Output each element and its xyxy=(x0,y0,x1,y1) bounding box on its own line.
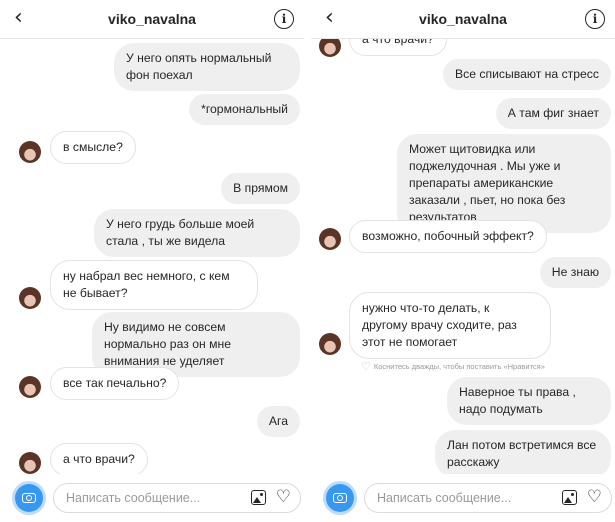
message-input-placeholder: Написать сообщение... xyxy=(66,491,201,505)
message-thread[interactable]: У него опять нормальный фон поехал *горм… xyxy=(0,39,304,474)
avatar[interactable] xyxy=(319,39,341,57)
message-bubble-outgoing[interactable]: А там фиг знает xyxy=(495,98,611,129)
message-bubble-incoming[interactable]: а что врачи? xyxy=(349,39,447,56)
double-tap-like-hint: ♡ Коснитесь дважды, чтобы поставить «Нрав… xyxy=(361,360,545,373)
chat-screen-right: ‹ viko_navalna i а что врачи? Все списыв… xyxy=(311,0,615,522)
avatar[interactable] xyxy=(19,376,41,398)
chat-header: ‹ viko_navalna i xyxy=(0,0,304,39)
screenshot: ‹ viko_navalna i У него опять нормальный… xyxy=(0,0,615,522)
message-bubble-outgoing[interactable]: Может щитовидка или поджелудочная . Мы у… xyxy=(397,134,611,233)
heart-icon[interactable]: ♡ xyxy=(276,488,291,507)
message-bubble-incoming[interactable]: в смысле? xyxy=(50,131,136,164)
message-composer: Написать сообщение... ♡ xyxy=(0,474,304,522)
message-input-placeholder: Написать сообщение... xyxy=(377,491,512,505)
avatar[interactable] xyxy=(19,452,41,474)
double-tap-like-hint-text: Коснитесь дважды, чтобы поставить «Нрави… xyxy=(373,362,545,371)
message-bubble-incoming[interactable]: ну набрал вес немного, с кем не бывает? xyxy=(50,260,258,310)
message-input[interactable]: Написать сообщение... ♡ xyxy=(364,483,612,513)
message-input[interactable]: Написать сообщение... ♡ xyxy=(53,483,301,513)
message-bubble-incoming[interactable]: все так печально? xyxy=(50,367,180,400)
message-bubble-incoming[interactable]: а что врачи? xyxy=(50,443,148,474)
message-bubble-outgoing[interactable]: У него опять нормальный фон поехал xyxy=(114,43,300,91)
message-thread[interactable]: а что врачи? Все списывают на стресс А т… xyxy=(311,39,615,474)
message-bubble-outgoing[interactable]: В прямом xyxy=(221,173,300,204)
heart-icon[interactable]: ♡ xyxy=(587,488,602,507)
message-bubble-outgoing[interactable]: Все списывают на стресс xyxy=(442,59,611,90)
chat-header: ‹ viko_navalna i xyxy=(311,0,615,39)
message-bubble-outgoing[interactable]: Наверное ты права , надо подумать xyxy=(447,377,611,425)
message-bubble-outgoing[interactable]: Не знаю xyxy=(539,257,611,288)
gallery-icon[interactable] xyxy=(562,490,577,505)
info-icon[interactable]: i xyxy=(274,9,294,29)
message-bubble-incoming[interactable]: нужно что-то делать, к другому врачу схо… xyxy=(349,292,551,359)
avatar[interactable] xyxy=(319,333,341,355)
avatar[interactable] xyxy=(19,141,41,163)
message-bubble-outgoing[interactable]: Ага xyxy=(256,406,300,437)
gallery-icon[interactable] xyxy=(251,490,266,505)
message-bubble-outgoing[interactable]: У него грудь больше моей стала , ты же в… xyxy=(94,209,300,257)
info-icon[interactable]: i xyxy=(585,9,605,29)
camera-icon[interactable] xyxy=(326,484,354,512)
avatar[interactable] xyxy=(19,287,41,309)
message-bubble-outgoing[interactable]: Лан потом встретимся все расскажу xyxy=(435,430,611,474)
message-bubble-incoming[interactable]: возможно, побочный эффект? xyxy=(349,220,547,253)
camera-icon[interactable] xyxy=(15,484,43,512)
chat-title[interactable]: viko_navalna xyxy=(0,11,304,27)
chat-screen-left: ‹ viko_navalna i У него опять нормальный… xyxy=(0,0,304,522)
avatar[interactable] xyxy=(319,228,341,250)
chat-title[interactable]: viko_navalna xyxy=(311,11,615,27)
message-bubble-outgoing[interactable]: *гормональный xyxy=(189,94,300,125)
message-composer: Написать сообщение... ♡ xyxy=(311,474,615,522)
heart-outline-icon: ♡ xyxy=(361,361,371,373)
